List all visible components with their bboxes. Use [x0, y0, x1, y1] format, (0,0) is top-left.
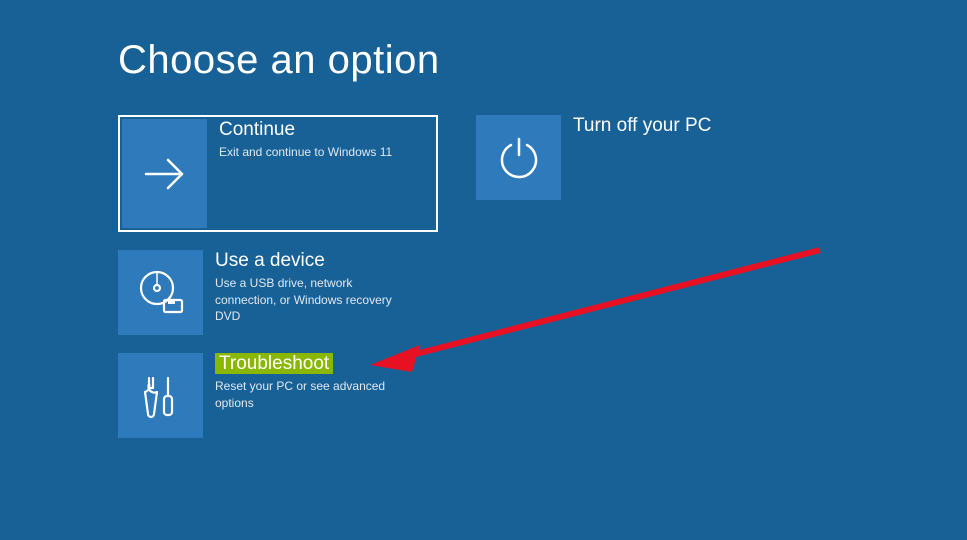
turnoff-title: Turn off your PC — [573, 115, 711, 138]
turnoff-content: Turn off your PC — [561, 115, 711, 140]
page-title: Choose an option — [118, 38, 440, 83]
tile-row-3: Troubleshoot Reset your PC or see advanc… — [118, 353, 791, 438]
usedevice-content: Use a device Use a USB drive, network co… — [203, 250, 415, 325]
continue-title: Continue — [219, 119, 392, 142]
disc-device-icon — [118, 250, 203, 335]
troubleshoot-content: Troubleshoot Reset your PC or see advanc… — [203, 353, 415, 411]
usedevice-tile[interactable]: Use a device Use a USB drive, network co… — [118, 250, 433, 335]
power-icon — [476, 115, 561, 200]
continue-content: Continue Exit and continue to Windows 11 — [207, 119, 392, 161]
troubleshoot-title: Troubleshoot — [215, 353, 415, 376]
troubleshoot-highlight: Troubleshoot — [215, 353, 333, 374]
tile-row-2: Use a device Use a USB drive, network co… — [118, 250, 791, 335]
troubleshoot-desc: Reset your PC or see advanced options — [215, 378, 415, 412]
turnoff-tile[interactable]: Turn off your PC — [476, 115, 791, 232]
option-tiles: Continue Exit and continue to Windows 11… — [118, 115, 791, 456]
continue-desc: Exit and continue to Windows 11 — [219, 144, 392, 161]
tile-row-1: Continue Exit and continue to Windows 11… — [118, 115, 791, 232]
continue-tile[interactable]: Continue Exit and continue to Windows 11 — [118, 115, 438, 232]
tools-icon — [118, 353, 203, 438]
troubleshoot-tile[interactable]: Troubleshoot Reset your PC or see advanc… — [118, 353, 433, 438]
continue-arrow-icon — [122, 119, 207, 228]
usedevice-title: Use a device — [215, 250, 415, 273]
usedevice-desc: Use a USB drive, network connection, or … — [215, 275, 415, 325]
